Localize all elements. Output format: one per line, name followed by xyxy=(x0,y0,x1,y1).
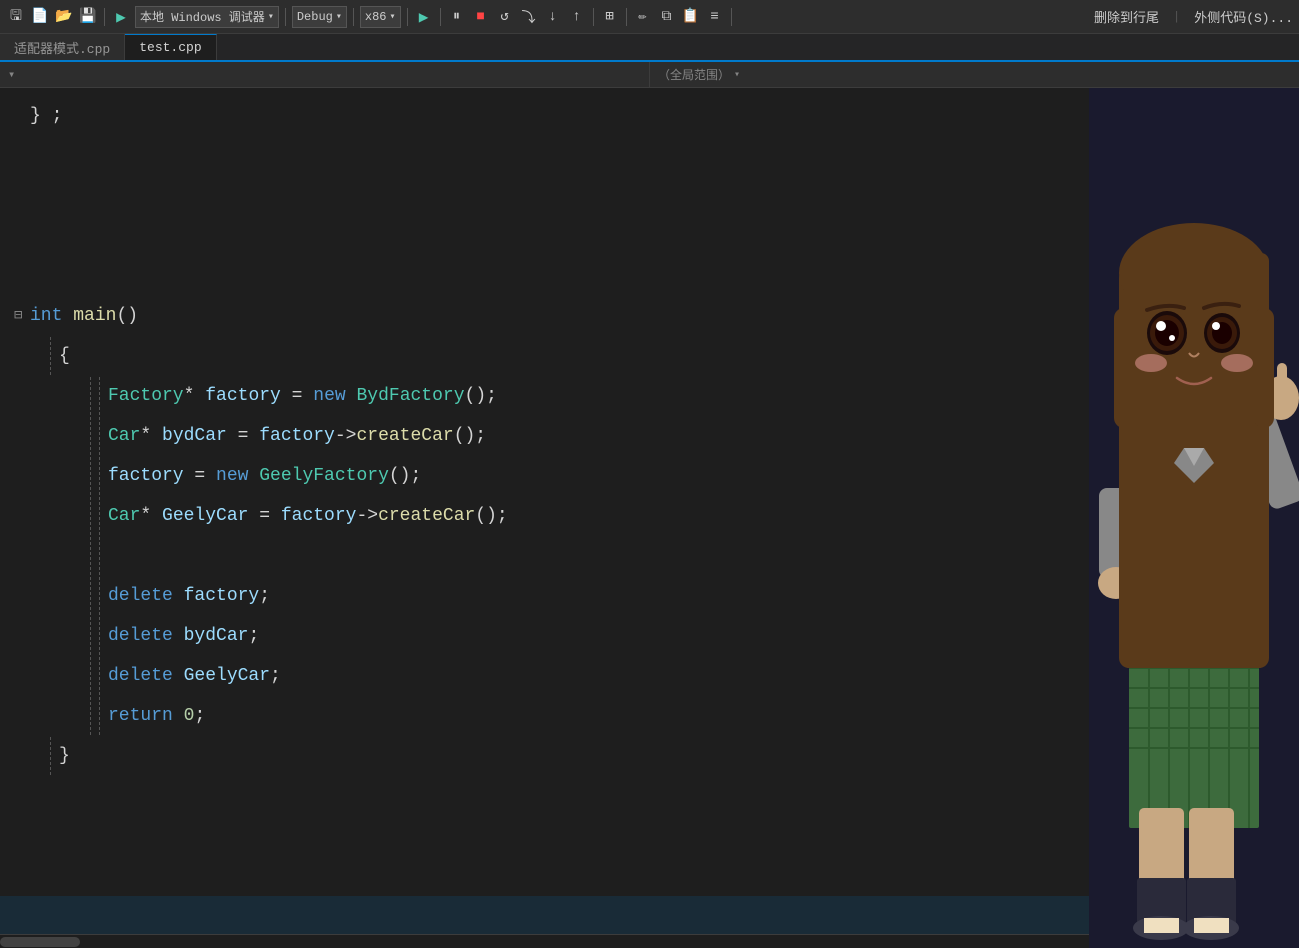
scope-bar: ▾ （全局范围） ▾ xyxy=(0,62,1299,88)
delete-to-end-btn[interactable]: 删除到行尾 xyxy=(1094,7,1159,26)
debug-mode-dropdown[interactable]: Debug xyxy=(292,6,347,28)
tab-bar: 适配器模式.cpp test.cpp xyxy=(0,34,1299,62)
editor-container: } ; ⊟ int main () { xyxy=(0,88,1299,948)
code-line-empty-2 xyxy=(30,176,1089,216)
collapse-btn[interactable]: ⊟ xyxy=(14,296,22,336)
code-line-delete-geelycar: delete GeelyCar ; xyxy=(30,656,1089,696)
code-line-close-brace: } xyxy=(30,736,1089,776)
scope-right[interactable]: （全局范围） ▾ xyxy=(650,62,1299,87)
guide-v18 xyxy=(90,697,91,735)
step-over-icon[interactable]: ⤵ xyxy=(519,7,539,27)
horizontal-scrollbar[interactable] xyxy=(0,934,1089,948)
separator-5 xyxy=(440,8,441,26)
debugger-config-dropdown[interactable]: 本地 Windows 调试器 xyxy=(135,6,279,28)
start-debug-icon[interactable]: ▶ xyxy=(111,7,131,27)
tab-adapter-cpp[interactable]: 适配器模式.cpp xyxy=(0,34,125,60)
format-icon[interactable]: ≡ xyxy=(705,7,725,27)
code-line-delete-factory: delete factory ; xyxy=(30,576,1089,616)
guide-v5 xyxy=(99,417,100,455)
guide-v16 xyxy=(90,657,91,695)
new-file-icon[interactable]: 📄 xyxy=(30,7,50,27)
arch-label: x86 xyxy=(365,10,387,24)
separator-7 xyxy=(626,8,627,26)
code-line-empty-5 xyxy=(30,536,1089,576)
step-into-icon[interactable]: ↓ xyxy=(543,7,563,27)
guide-v9 xyxy=(99,497,100,535)
edit-icon[interactable]: ✏ xyxy=(633,7,653,27)
code-line-empty-1 xyxy=(30,136,1089,176)
watch-icon[interactable]: ⊞ xyxy=(600,7,620,27)
guide-v20 xyxy=(50,737,51,775)
code-line-delete-bydcar: delete bydCar ; xyxy=(30,616,1089,656)
continue-icon[interactable]: ▶ xyxy=(414,7,434,27)
anime-character-svg xyxy=(1089,88,1299,948)
anime-panel xyxy=(1089,88,1299,948)
guide-v8 xyxy=(90,497,91,535)
guide-v14 xyxy=(90,617,91,655)
guide-v1 xyxy=(50,337,51,375)
debugger-config-label: 本地 Windows 调试器 xyxy=(140,8,265,25)
code-line-main: ⊟ int main () xyxy=(30,296,1089,336)
debug-mode-label: Debug xyxy=(297,10,333,24)
scope-label: （全局范围） xyxy=(658,66,730,83)
open-file-icon[interactable]: 📂 xyxy=(54,7,74,27)
code-line-factory1: Factory * factory = new BydFactory (); xyxy=(30,376,1089,416)
code-line-open-brace: { xyxy=(30,336,1089,376)
code-line-closing: } ; xyxy=(30,96,1089,136)
current-line-highlight xyxy=(0,896,1089,934)
toolbar: 🖫 📄 📂 💾 ▶ 本地 Windows 调试器 Debug x86 ▶ ⏸ ■… xyxy=(0,0,1299,34)
paste-icon[interactable]: 📋 xyxy=(681,7,701,27)
guide-v13 xyxy=(99,577,100,615)
code-line-geelycar: Car * GeelyCar = factory -> createCar ()… xyxy=(30,496,1089,536)
guide-v17 xyxy=(99,657,100,695)
guide-v4 xyxy=(90,417,91,455)
code-content: } ; ⊟ int main () { xyxy=(0,88,1089,784)
separator-1 xyxy=(104,8,105,26)
code-line-empty-3 xyxy=(30,216,1089,256)
separator-6 xyxy=(593,8,594,26)
step-out-icon[interactable]: ↑ xyxy=(567,7,587,27)
code-line-empty-4 xyxy=(30,256,1089,296)
tab-test-cpp[interactable]: test.cpp xyxy=(125,34,216,60)
guide-v12 xyxy=(90,577,91,615)
guide-v3 xyxy=(99,377,100,415)
arch-dropdown[interactable]: x86 xyxy=(360,6,401,28)
pause-icon[interactable]: ⏸ xyxy=(447,7,467,27)
save-all-icon[interactable]: 💾 xyxy=(78,7,98,27)
guide-v2 xyxy=(90,377,91,415)
guide-v15 xyxy=(99,617,100,655)
copy-icon[interactable]: ⧉ xyxy=(657,7,677,27)
guide-v7 xyxy=(99,457,100,495)
outer-code-btn[interactable]: 外侧代码(S)... xyxy=(1194,7,1293,26)
code-line-factory2: factory = new GeelyFactory (); xyxy=(30,456,1089,496)
scope-dropdown-icon: ▾ xyxy=(734,69,740,81)
code-editor[interactable]: } ; ⊟ int main () { xyxy=(0,88,1089,948)
guide-v10 xyxy=(90,537,91,575)
code-line-return: return 0 ; xyxy=(30,696,1089,736)
guide-v6 xyxy=(90,457,91,495)
separator-2 xyxy=(285,8,286,26)
separator-8 xyxy=(731,8,732,26)
restart-icon[interactable]: ↺ xyxy=(495,7,515,27)
guide-v19 xyxy=(99,697,100,735)
scope-left[interactable]: ▾ xyxy=(0,62,650,87)
code-line-bydcar: Car * bydCar = factory -> createCar (); xyxy=(30,416,1089,456)
separator-3 xyxy=(353,8,354,26)
stop-icon[interactable]: ■ xyxy=(471,7,491,27)
separator-4 xyxy=(407,8,408,26)
save-icon[interactable]: 🖫 xyxy=(6,7,26,27)
scrollbar-thumb[interactable] xyxy=(0,937,80,947)
guide-v11 xyxy=(99,537,100,575)
